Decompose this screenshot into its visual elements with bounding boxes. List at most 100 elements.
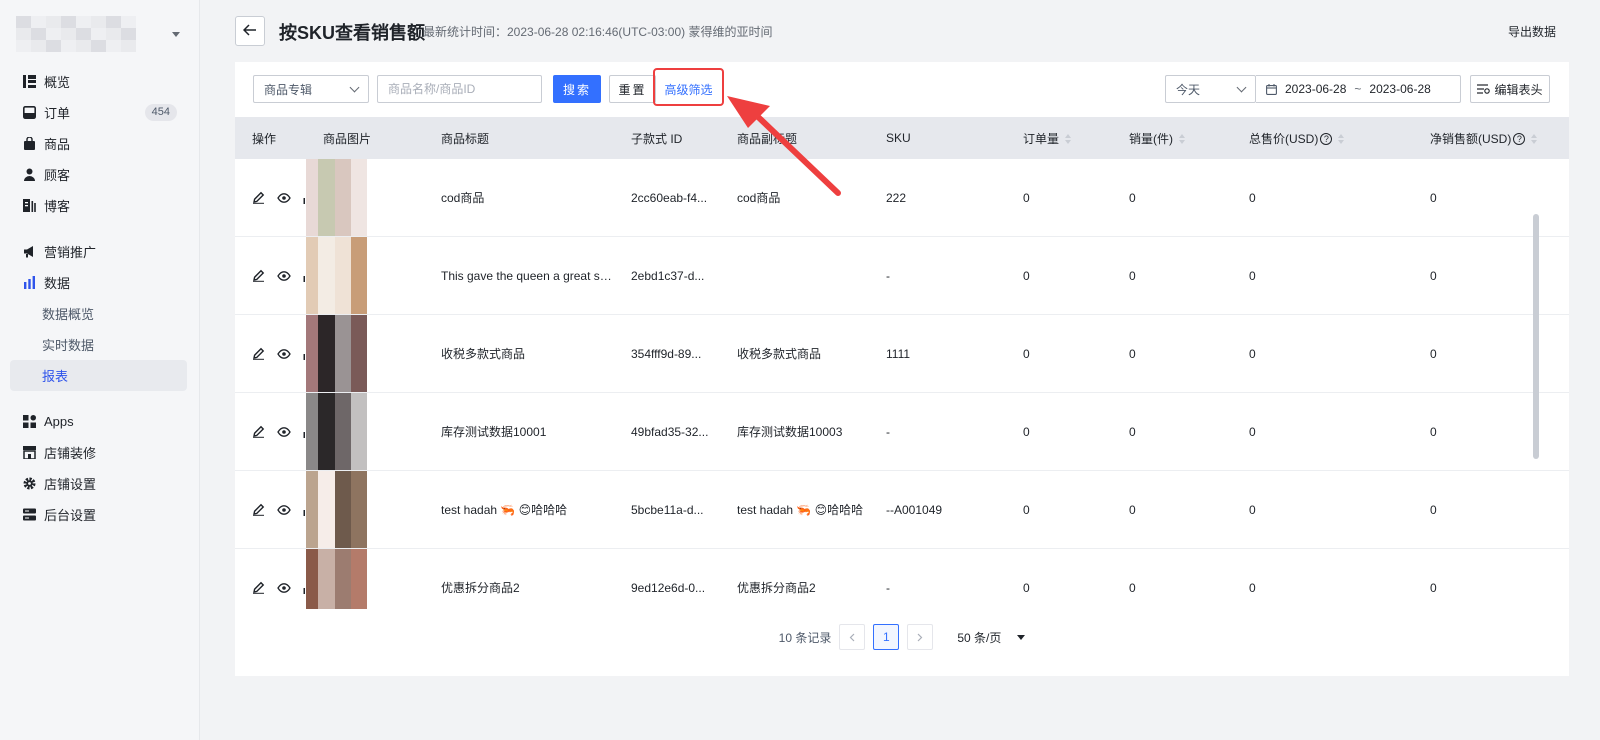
table-row[interactable]: 库存测试数据10001 49bfad35-32... 库存测试数据10003 -… xyxy=(235,392,1569,471)
sidebar-item-store-settings[interactable]: 店铺设置 xyxy=(10,468,187,499)
thumbnail-pixel xyxy=(306,267,319,284)
product-thumbnail[interactable] xyxy=(306,315,367,392)
advanced-filter-button[interactable]: 高级筛选 xyxy=(657,75,720,103)
stat-time: 最新统计时间：2023-06-28 02:16:46(UTC-03:00) 蒙得… xyxy=(423,25,773,39)
sidebar: 概览 订单 454 商品 顾客 博客 营销推广 数据 数据概览 实时数据 报表 … xyxy=(0,0,200,740)
next-page-button[interactable] xyxy=(907,624,934,650)
help-icon[interactable]: ? xyxy=(1513,133,1526,146)
product-thumbnail[interactable] xyxy=(306,393,367,470)
table-row[interactable]: 收税多款式商品 354fff9d-89... 收税多款式商品 1111 0 0 … xyxy=(235,314,1569,393)
table-row[interactable]: cod商品 2cc60eab-f4... cod商品 222 0 0 0 0 xyxy=(235,159,1569,237)
product-thumbnail[interactable] xyxy=(306,237,367,314)
thumbnail-pixel xyxy=(334,205,351,221)
period-select[interactable]: 今天 xyxy=(1165,75,1256,103)
thumbnail-pixel xyxy=(334,361,351,377)
view-eye-icon[interactable] xyxy=(277,426,291,437)
edit-pencil-icon[interactable] xyxy=(252,581,265,594)
column-header-total-price[interactable]: 总售价(USD)? xyxy=(1232,117,1413,159)
view-eye-icon[interactable] xyxy=(277,504,291,515)
row-variant-id: 2cc60eab-f4... xyxy=(614,159,720,237)
sort-icon[interactable] xyxy=(1531,134,1538,145)
table-row[interactable]: test hadah 🦐 😊哈哈哈 5bcbe11a-d... test had… xyxy=(235,470,1569,549)
sidebar-item-overview[interactable]: 概览 xyxy=(10,66,187,97)
sidebar-item-marketing[interactable]: 营销推广 xyxy=(10,236,187,267)
thumbnail-pixel xyxy=(350,189,367,206)
row-net-sales: 0 xyxy=(1413,236,1569,315)
edit-columns-button[interactable]: 编辑表头 xyxy=(1470,75,1550,103)
row-sales: 0 xyxy=(1112,236,1232,315)
sidebar-item-orders[interactable]: 订单 454 xyxy=(10,97,187,128)
edit-pencil-icon[interactable] xyxy=(252,425,265,438)
search-input[interactable] xyxy=(377,75,542,103)
date-range-picker[interactable]: 2023-06-28 ~ 2023-06-28 xyxy=(1256,75,1461,103)
view-eye-icon[interactable] xyxy=(277,192,291,203)
thumbnail-pixel xyxy=(318,486,335,502)
sidebar-item-label: 营销推广 xyxy=(44,245,97,260)
sidebar-item-products[interactable]: 商品 xyxy=(10,128,187,159)
sidebar-item-reports[interactable]: 报表 xyxy=(10,360,187,391)
vertical-scrollbar[interactable] xyxy=(1533,214,1539,459)
view-eye-icon[interactable] xyxy=(277,270,291,281)
product-thumbnail[interactable] xyxy=(306,159,367,236)
reset-button[interactable]: 重置 xyxy=(609,75,656,103)
back-button[interactable] xyxy=(235,16,265,46)
thumbnail-pixel xyxy=(334,471,351,487)
column-header-label: 销量(件) xyxy=(1129,131,1173,146)
filter-toolbar: 商品专辑 搜索 重置 高级筛选 今天 2023-06-28 ~ 2023-06-… xyxy=(235,62,1569,117)
thumbnail-pixel xyxy=(334,220,351,236)
sidebar-item-customers[interactable]: 顾客 xyxy=(10,159,187,190)
period-select-value: 今天 xyxy=(1176,82,1201,97)
sidebar-item-realtime-data[interactable]: 实时数据 xyxy=(10,329,187,360)
collection-select[interactable]: 商品专辑 xyxy=(253,75,369,103)
sidebar-item-store-design[interactable]: 店铺装修 xyxy=(10,437,187,468)
row-orders: 0 xyxy=(1006,470,1112,549)
thumbnail-pixel xyxy=(334,532,351,548)
store-switcher[interactable] xyxy=(16,16,186,52)
sort-icon[interactable] xyxy=(1065,134,1072,145)
sort-icon[interactable] xyxy=(1179,134,1185,145)
date-separator: ~ xyxy=(1354,82,1362,96)
product-thumbnail[interactable] xyxy=(306,549,367,609)
row-sku: 222 xyxy=(869,159,1006,237)
column-header-sales[interactable]: 销量(件) xyxy=(1112,117,1232,159)
page-button-current[interactable]: 1 xyxy=(873,624,900,650)
thumbnail-pixel xyxy=(318,376,335,392)
column-header-net-sales[interactable]: 净销售额(USD)? xyxy=(1413,117,1569,159)
export-data-button[interactable]: 导出数据 xyxy=(1508,23,1556,40)
thumbnail-pixel xyxy=(334,252,351,268)
row-variant-id: 354fff9d-89... xyxy=(614,314,720,393)
page-size-select[interactable]: 50 条/页 xyxy=(957,629,1026,646)
chevron-down-icon xyxy=(349,82,360,92)
calendar-icon xyxy=(1266,83,1277,95)
column-header-actions: 操作 xyxy=(235,117,306,159)
sort-icon[interactable] xyxy=(1338,134,1345,145)
product-thumbnail[interactable] xyxy=(306,471,367,548)
column-header-variant-id: 子款式 ID xyxy=(614,117,720,159)
row-variant-id: 9ed12e6d-0... xyxy=(614,548,720,609)
search-button[interactable]: 搜索 xyxy=(553,75,601,103)
table-row[interactable]: This gave the queen a great sh... 2ebd1c… xyxy=(235,236,1569,315)
sidebar-item-data[interactable]: 数据 xyxy=(10,267,187,298)
prev-page-button[interactable] xyxy=(839,624,866,650)
table-row[interactable]: 优惠拆分商品2 9ed12e6d-0... 优惠拆分商品2 - 0 0 0 0 xyxy=(235,548,1569,609)
view-eye-icon[interactable] xyxy=(277,582,291,593)
help-icon[interactable]: ? xyxy=(1320,133,1333,146)
edit-pencil-icon[interactable] xyxy=(252,347,265,360)
thumbnail-pixel xyxy=(318,501,335,518)
thumbnail-pixel xyxy=(350,486,367,502)
column-header-orders[interactable]: 订单量 xyxy=(1006,117,1112,159)
megaphone-icon xyxy=(22,245,36,259)
sidebar-item-blog[interactable]: 博客 xyxy=(10,190,187,221)
sidebar-item-apps[interactable]: Apps xyxy=(10,406,187,437)
sidebar-item-admin-settings[interactable]: 后台设置 xyxy=(10,499,187,530)
thumbnail-pixel xyxy=(318,252,335,268)
thumbnail-pixel xyxy=(318,298,335,314)
column-header-image: 商品图片 xyxy=(306,117,424,159)
edit-pencil-icon[interactable] xyxy=(252,503,265,516)
edit-pencil-icon[interactable] xyxy=(252,191,265,204)
view-eye-icon[interactable] xyxy=(277,348,291,359)
row-actions xyxy=(235,392,306,471)
edit-pencil-icon[interactable] xyxy=(252,269,265,282)
sidebar-item-data-overview[interactable]: 数据概览 xyxy=(10,298,187,329)
chevron-left-icon xyxy=(849,633,855,641)
